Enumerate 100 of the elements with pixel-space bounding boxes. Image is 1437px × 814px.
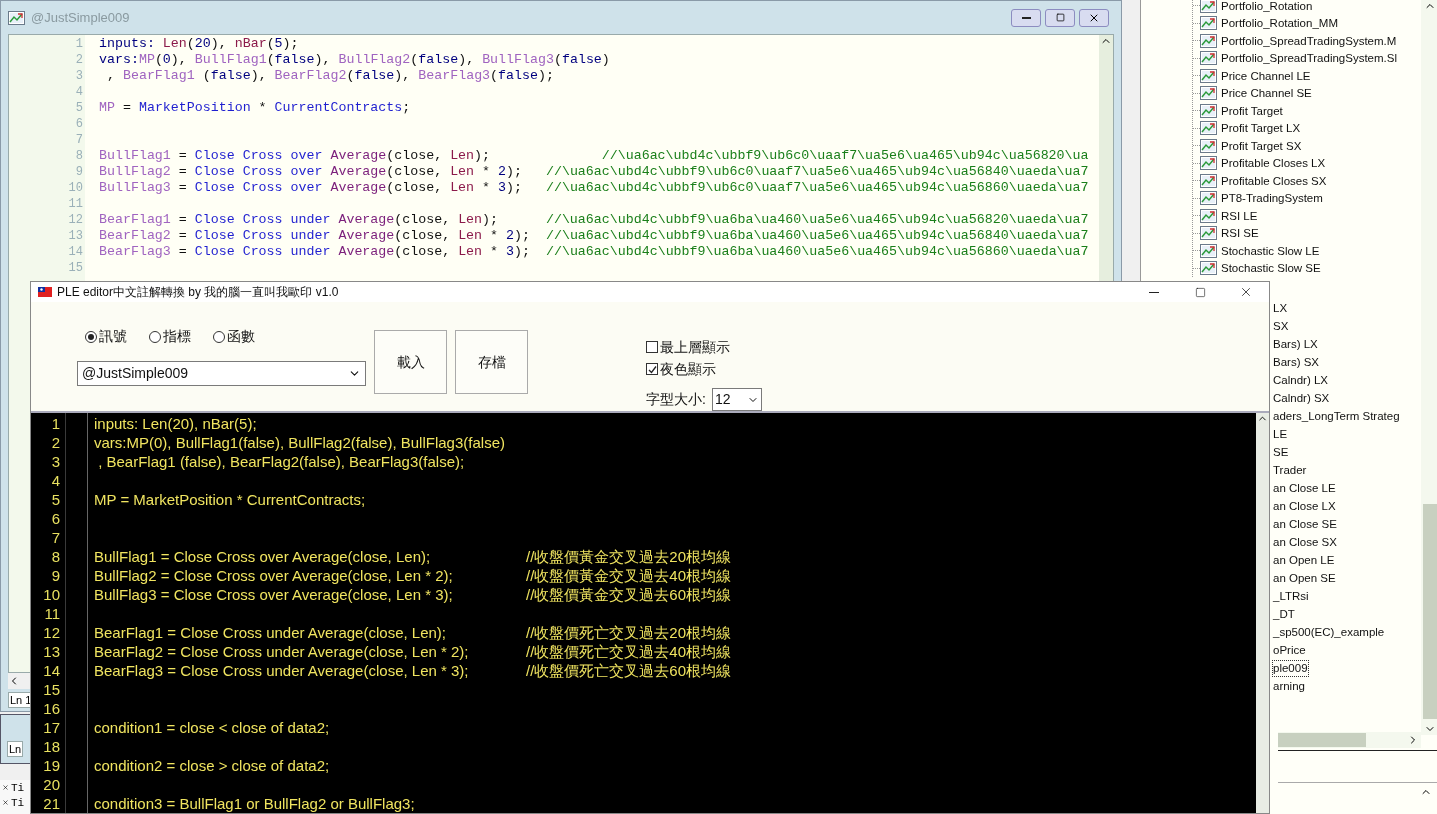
- tree-item[interactable]: Trader: [1273, 462, 1307, 478]
- mode-radio[interactable]: 訊號: [85, 326, 127, 347]
- tree-item[interactable]: Stochastic Slow LE: [1221, 242, 1320, 259]
- tree-item[interactable]: Calndr) SX: [1273, 390, 1330, 406]
- code-line: BullFlag1 = Close Cross over Average(close, Len);: [94, 548, 431, 565]
- horizontal-scrollbar[interactable]: [1278, 732, 1421, 748]
- tree-item[interactable]: an Close LE: [1273, 480, 1336, 496]
- tree-item[interactable]: ple009: [1273, 660, 1308, 676]
- font-size-select[interactable]: 12: [711, 388, 762, 411]
- minimize-icon: [1149, 291, 1159, 293]
- vertical-scrollbar[interactable]: [1421, 0, 1437, 735]
- code-editor[interactable]: [31, 411, 1269, 813]
- close-button[interactable]: [1079, 8, 1109, 27]
- tree-item[interactable]: SE: [1273, 444, 1289, 460]
- restore-icon: [1055, 13, 1065, 22]
- close-icon[interactable]: [2, 799, 9, 806]
- tree-item[interactable]: _sp500(EC)_example: [1273, 624, 1385, 640]
- tree-item[interactable]: Bars) SX: [1273, 354, 1319, 370]
- action-button[interactable]: 存檔: [455, 330, 528, 394]
- tree-item[interactable]: Portfolio_Rotation: [1221, 0, 1313, 14]
- code-line: BullFlag3 = Close Cross over Average(close, Len * 3); //\ua6ac\ubd4c\ubbf9\ub6c0\uaaf7\ua5e6\ua465\ub94c\ua56860\uaeda\ua7: [99, 180, 1089, 195]
- chart-icon: [1200, 156, 1217, 171]
- line-number: 20: [42, 775, 61, 794]
- chart-icon: [1200, 191, 1217, 206]
- tree-item[interactable]: Profit Target SX: [1221, 137, 1302, 154]
- mode-radio[interactable]: 指標: [149, 326, 191, 347]
- tree-item[interactable]: _LTRsi: [1273, 588, 1309, 604]
- line-number: 14: [67, 244, 84, 260]
- code-comment: //收盤價死亡交叉過去60根均線: [526, 661, 732, 680]
- code-line: BearFlag1 = Close Cross under Average(close, Len);: [94, 624, 446, 641]
- window-title: @JustSimple009: [31, 8, 130, 27]
- tree-item[interactable]: Portfolio_Rotation_MM: [1221, 15, 1338, 32]
- line-number: 10: [42, 585, 61, 604]
- tree-item[interactable]: _DT: [1273, 606, 1295, 622]
- line-number: 6: [50, 509, 61, 528]
- code-line: BearFlag1 = Close Cross under Average(close, Len); //\ua6ac\ubd4c\ubbf9\ua6ba\ua460\ua5e6\ua465\ub94c\ua56820\uaeda\ua7: [99, 212, 1089, 227]
- tree-item[interactable]: an Close SE: [1273, 516, 1337, 532]
- file-select[interactable]: @JustSimple009: [77, 361, 366, 386]
- tree-item[interactable]: an Close SX: [1273, 534, 1337, 550]
- tree-item[interactable]: LE: [1273, 426, 1288, 442]
- code-line: BearFlag3 = Close Cross under Average(close, Len * 3); //\ua6ac\ubd4c\ubbf9\ua6ba\ua460\ua5e6\ua465\ub94c\ua56860\uaeda\ua7: [99, 244, 1089, 259]
- check-icon: [647, 364, 657, 374]
- tree-item[interactable]: an Close LX: [1273, 498, 1336, 514]
- tree-item[interactable]: an Open LE: [1273, 552, 1335, 568]
- minimize-button[interactable]: [1011, 8, 1041, 27]
- code-line: vars:MP(0), BullFlag1(false), BullFlag2(false), BullFlag3(false): [99, 52, 610, 67]
- chart-icon: [8, 10, 25, 25]
- option-checkbox[interactable]: 最上層顯示: [646, 336, 762, 358]
- tree-item[interactable]: Bars) LX: [1273, 336, 1318, 352]
- line-number: 11: [43, 604, 61, 623]
- tree-item[interactable]: LX: [1273, 300, 1288, 316]
- line-number: 8: [74, 148, 84, 164]
- chart-icon: [1200, 86, 1217, 101]
- tree-item[interactable]: aders_LongTerm Strateg: [1273, 408, 1400, 424]
- code-line: condition3 = BullFlag1 or BullFlag2 or BullFlag3;: [94, 795, 415, 812]
- line-number: 2: [74, 52, 84, 68]
- tree-item[interactable]: Price Channel LE: [1221, 67, 1311, 84]
- tree-item[interactable]: SX: [1273, 318, 1289, 334]
- tree-item[interactable]: Stochastic Slow SE: [1221, 260, 1321, 277]
- tree-item[interactable]: RSI LE: [1221, 207, 1258, 224]
- tree-item[interactable]: Price Channel SE: [1221, 85, 1312, 102]
- chart-icon: [1200, 208, 1217, 223]
- tree-item[interactable]: PT8-TradingSystem: [1221, 190, 1323, 207]
- tree-item[interactable]: Profitable Closes LX: [1221, 155, 1326, 172]
- vertical-scrollbar[interactable]: [1256, 413, 1269, 813]
- tree-item[interactable]: Profit Target LX: [1221, 120, 1301, 137]
- code-line: BullFlag2 = Close Cross over Average(close, Len * 2);: [94, 567, 453, 584]
- tree-item[interactable]: an Open SE: [1273, 570, 1336, 586]
- line-number: 12: [67, 212, 84, 228]
- line-number: 13: [67, 228, 84, 244]
- tree-item[interactable]: Portfolio_SpreadTradingSystem.M: [1221, 32, 1397, 49]
- tree-item[interactable]: Profit Target: [1221, 102, 1283, 119]
- tree-item[interactable]: Calndr) LX: [1273, 372, 1328, 388]
- line-number: 5: [50, 490, 61, 509]
- line-number: 4: [50, 471, 61, 490]
- close-icon: [1239, 285, 1253, 299]
- line-number: 12: [42, 623, 61, 642]
- tree-item[interactable]: arning: [1273, 678, 1305, 694]
- option-checkbox[interactable]: 夜色顯示: [646, 358, 762, 380]
- font-size-label: 字型大小:: [646, 390, 706, 409]
- action-button[interactable]: 載入: [374, 330, 447, 394]
- code-comment: //收盤價黃金交叉過去20根均線: [526, 547, 732, 566]
- tree-item[interactable]: Profitable Closes SX: [1221, 172, 1327, 189]
- code-line: BullFlag3 = Close Cross over Average(close, Len * 3);: [94, 586, 453, 603]
- close-icon[interactable]: [2, 784, 9, 791]
- line-number: 4: [74, 84, 84, 100]
- minimize-icon: [1021, 16, 1031, 19]
- chart-icon: [1200, 261, 1217, 276]
- code-line: BullFlag2 = Close Cross over Average(close, Len * 2); //\ua6ac\ubd4c\ubbf9\ub6c0\uaaf7\ua5e6\ua465\ub94c\ua56840\uaeda\ua7: [99, 164, 1089, 179]
- line-number: 15: [42, 680, 61, 699]
- line-number: 6: [74, 116, 84, 132]
- tree-item[interactable]: oPrice: [1273, 642, 1306, 658]
- tree-item[interactable]: RSI SE: [1221, 225, 1259, 242]
- mode-radio[interactable]: 函數: [213, 326, 255, 347]
- log-line: Ti: [11, 795, 25, 810]
- code-line: MP = MarketPosition * CurrentContracts;: [99, 100, 411, 115]
- line-number: 21: [42, 794, 61, 813]
- code-line: BullFlag1 = Close Cross over Average(close, Len); //\ua6ac\ubd4c\ubbf9\ub6c0\uaaf7\ua5e6\ua465\ub94c\ua56820\ua: [99, 148, 1089, 163]
- line-number: 5: [74, 100, 84, 116]
- tree-item[interactable]: Portfolio_SpreadTradingSystem.Sl: [1221, 50, 1397, 67]
